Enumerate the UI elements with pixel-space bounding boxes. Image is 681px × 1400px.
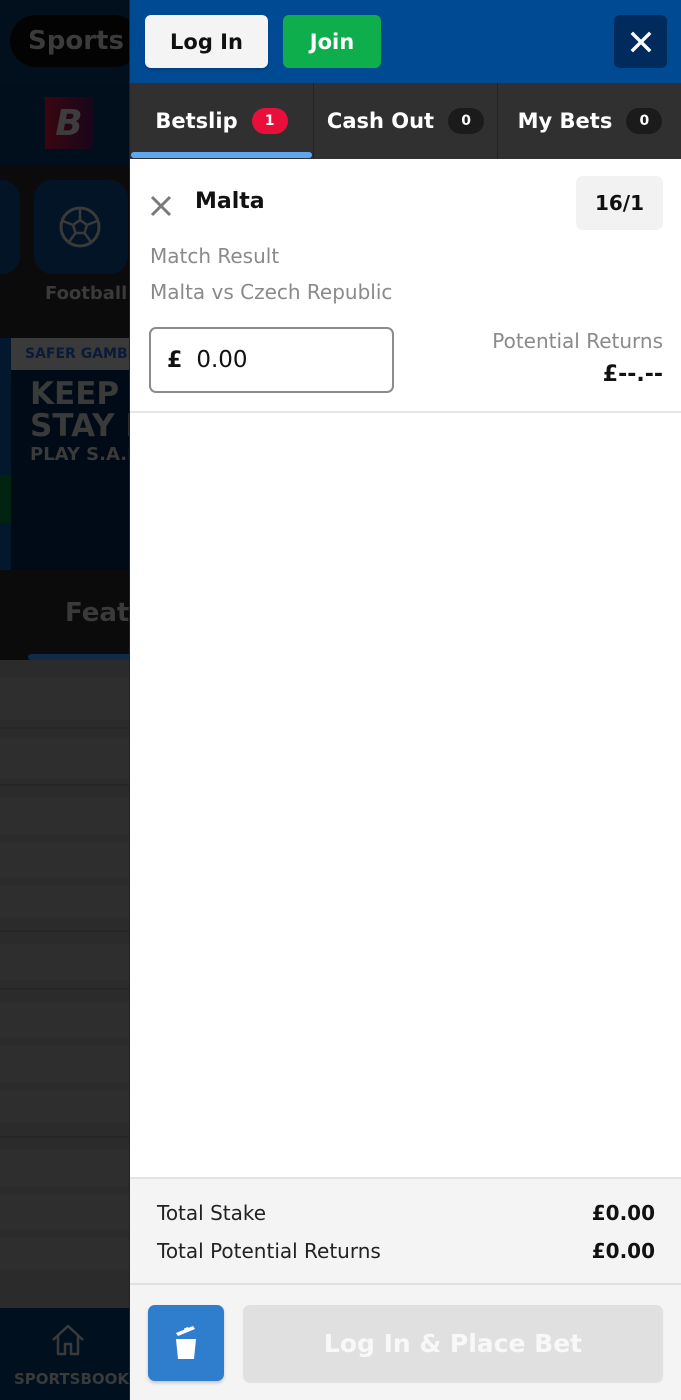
trash-icon	[176, 1326, 196, 1359]
bg-nav-sportsbook-label: SPORTSBOOK	[14, 1370, 130, 1388]
tab-label: My Bets	[517, 109, 613, 133]
event-name: Malta vs Czech Republic	[150, 280, 393, 304]
close-drawer-button[interactable]	[614, 15, 667, 68]
totals-panel: Total Stake £0.00 Total Potential Return…	[130, 1177, 681, 1285]
join-button[interactable]: Join	[283, 15, 381, 68]
potential-returns-label: Potential Returns	[492, 329, 663, 353]
bg-sports-button: Sports	[10, 15, 140, 67]
bg-list-row	[0, 1194, 130, 1230]
stake-field[interactable]: £	[149, 327, 394, 393]
bg-divider	[0, 784, 130, 786]
selection-name: Malta	[195, 189, 265, 214]
active-tab-indicator	[131, 152, 312, 158]
tab-cash-out[interactable]: Cash Out 0	[314, 83, 498, 159]
bg-list-row	[0, 1090, 130, 1122]
tab-label: Betslip	[155, 109, 238, 133]
bg-banner-tag: SAFER GAMBLING	[11, 338, 131, 370]
betslip-drawer: Log In Join Betslip 1 Cash Out 0 My Bets…	[129, 0, 681, 1400]
total-returns-row: Total Potential Returns £0.00	[157, 1239, 655, 1263]
drawer-header: Log In Join	[130, 0, 681, 83]
bg-divider	[0, 727, 130, 729]
bg-banner-stripe-green	[0, 475, 11, 523]
bg-list-row	[0, 738, 130, 778]
total-stake-label: Total Stake	[157, 1201, 267, 1225]
potential-returns-value: £--.--	[602, 362, 663, 387]
bg-list-row	[0, 678, 130, 720]
home-icon	[52, 1324, 84, 1356]
bg-category-label: Football	[45, 283, 128, 304]
bg-list-row	[0, 1046, 130, 1082]
bg-divider	[0, 988, 130, 990]
my-bets-count-badge: 0	[626, 108, 663, 134]
currency-symbol: £	[167, 347, 183, 373]
bet-selection: Malta 16/1 Match Result Malta vs Czech R…	[130, 159, 681, 413]
bg-divider	[0, 930, 130, 932]
odds-button[interactable]: 16/1	[576, 176, 663, 230]
total-stake-row: Total Stake £0.00	[157, 1201, 655, 1225]
login-button[interactable]: Log In	[145, 15, 268, 68]
bg-list-row	[0, 1002, 130, 1038]
tab-label: Cash Out	[326, 109, 435, 133]
bg-list-row	[0, 1150, 130, 1186]
login-place-bet-button[interactable]: Log In & Place Bet	[243, 1305, 663, 1381]
total-returns-label: Total Potential Returns	[157, 1239, 381, 1263]
tab-betslip[interactable]: Betslip 1	[130, 83, 314, 159]
remove-selection-icon[interactable]	[148, 193, 174, 219]
betslip-count-badge: 1	[251, 108, 288, 134]
bg-list-row	[0, 886, 130, 918]
betslip-footer: Log In & Place Bet	[130, 1285, 681, 1400]
bg-list-row	[0, 798, 130, 834]
clear-betslip-button[interactable]	[148, 1305, 224, 1381]
total-returns-value: £0.00	[591, 1239, 655, 1263]
bg-banner-stripe	[0, 338, 11, 570]
total-stake-value: £0.00	[591, 1201, 655, 1225]
brand-logo-letter: B	[55, 102, 83, 144]
bg-list-row	[0, 842, 130, 878]
bg-category-tile	[0, 180, 20, 274]
cash-out-count-badge: 0	[448, 108, 485, 134]
football-icon	[59, 206, 101, 248]
stake-input[interactable]	[196, 347, 367, 373]
bg-list-row	[0, 1238, 130, 1270]
tab-my-bets[interactable]: My Bets 0	[498, 83, 681, 159]
betslip-tabs: Betslip 1 Cash Out 0 My Bets 0	[130, 83, 681, 159]
market-name: Match Result	[150, 244, 280, 268]
brand-logo: B	[45, 97, 93, 149]
close-icon	[630, 31, 651, 52]
bg-list-row	[0, 944, 130, 980]
bg-divider	[0, 1136, 130, 1138]
